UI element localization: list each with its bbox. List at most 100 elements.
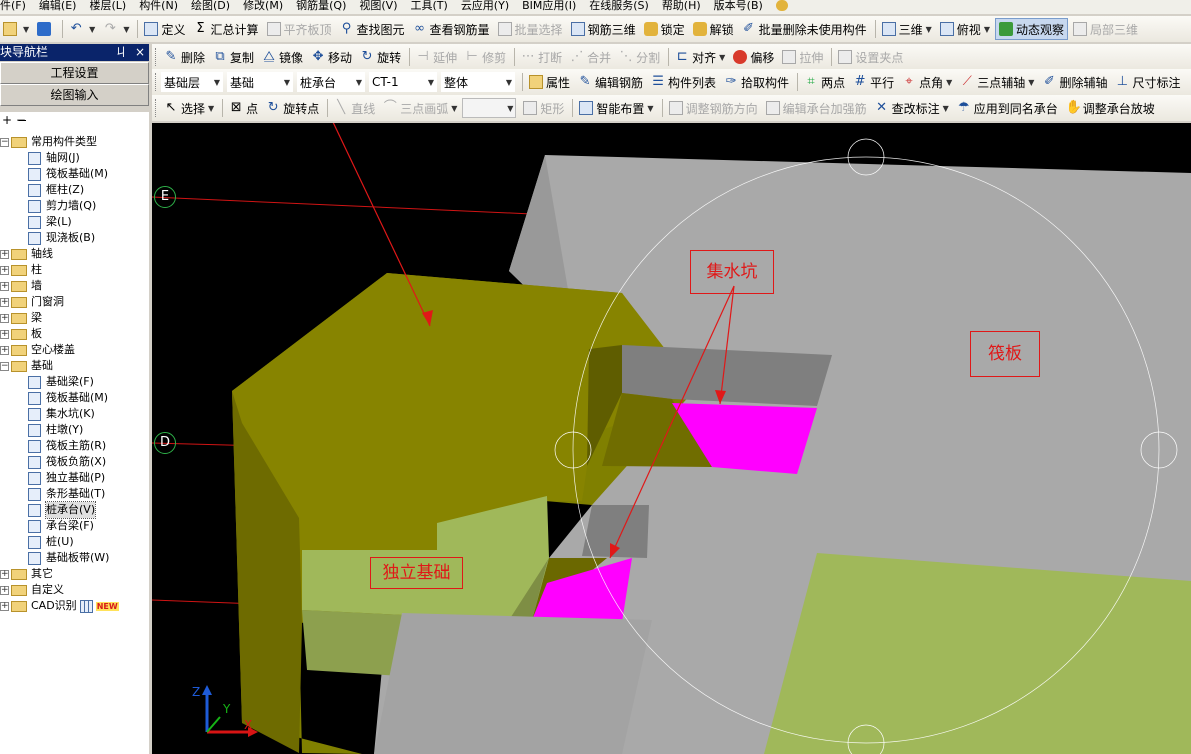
redo-button[interactable]: ↷ ▼ — [100, 18, 132, 40]
smart-layout-button[interactable]: 智能布置 ▼ — [576, 97, 656, 119]
apply-same-cap-button[interactable]: ☂ 应用到同名承台 — [954, 97, 1061, 119]
drawing-input-button[interactable]: 绘图输入 — [0, 84, 149, 106]
project-settings-button[interactable]: 工程设置 — [0, 62, 149, 84]
point-button[interactable]: ⊠ 点 — [226, 97, 261, 119]
tree-group-beam[interactable]: + 梁 — [0, 310, 42, 326]
expand-icon[interactable]: + — [0, 601, 9, 611]
tree-group-column[interactable]: + 柱 — [0, 262, 42, 278]
pick-element-button[interactable]: ✑ 拾取构件 — [721, 71, 792, 93]
element-type-select[interactable]: 桩承台 ▼ — [297, 72, 365, 92]
tree-item-axis-grid[interactable]: 轴网(J) — [28, 150, 80, 166]
trim-button[interactable]: ⊢ 修剪 — [462, 46, 509, 68]
point-angle-button[interactable]: ⌖ 点角 ▼ — [899, 71, 955, 93]
tree-item-beam-common[interactable]: 梁(L) — [28, 214, 72, 230]
tree-group-other[interactable]: + 其它 — [0, 566, 53, 582]
pin-icon[interactable]: ㄐ — [115, 44, 127, 61]
tree-group-hollow-floor[interactable]: + 空心楼盖 — [0, 342, 75, 358]
undo-button[interactable]: ↶ ▼ — [66, 18, 98, 40]
find-element-button[interactable]: ⚲ 查找图元 — [337, 18, 408, 40]
save-button[interactable] — [34, 18, 57, 40]
expand-icon[interactable]: + — [0, 569, 9, 579]
menu-floor[interactable]: 楼层(L) — [89, 0, 126, 12]
tree-group-cad-recognition[interactable]: + CAD识别 NEW — [0, 598, 119, 614]
tree-group-common[interactable]: − 常用构件类型 — [0, 134, 97, 150]
dynamic-observe-button[interactable]: 动态观察 — [994, 18, 1068, 40]
copy-button[interactable]: ⧉ 复制 — [210, 46, 257, 68]
tree-item-raft-foundation[interactable]: 筏板基础(M) — [28, 390, 108, 406]
rebar-3d-button[interactable]: 钢筋三维 — [568, 18, 639, 40]
tree-item-foundation-beam[interactable]: 基础梁(F) — [28, 374, 94, 390]
offset-button[interactable]: 偏移 — [730, 46, 777, 68]
expand-icon[interactable]: + — [0, 313, 9, 323]
three-point-aux-button[interactable]: ⟋ 三点辅轴 ▼ — [957, 71, 1037, 93]
parallel-button[interactable]: # 平行 — [850, 71, 897, 93]
flat-top-button[interactable]: 平齐板顶 — [264, 18, 335, 40]
menu-tools[interactable]: 工具(T) — [411, 0, 448, 12]
expand-icon[interactable]: + — [0, 329, 9, 339]
partial-3d-button[interactable]: 局部三维 — [1070, 18, 1141, 40]
delete-button[interactable]: ✎ 删除 — [161, 46, 208, 68]
tree-item-foundation-strip[interactable]: 基础板带(W) — [28, 550, 109, 566]
batch-select-button[interactable]: 批量选择 — [495, 18, 566, 40]
model-viewport[interactable]: Z Y X E D 集水坑 筏板 独立基础 — [152, 123, 1191, 754]
view-rebar-button[interactable]: ∞ 查看钢筋量 — [410, 18, 493, 40]
three-d-button[interactable]: 三维 ▼ — [879, 18, 935, 40]
expand-all-icon[interactable]: + — [2, 113, 12, 127]
tree-group-axis[interactable]: + 轴线 — [0, 246, 53, 262]
menu-rebar-qty[interactable]: 钢筋量(Q) — [296, 0, 346, 12]
unlock-button[interactable]: 解锁 — [690, 18, 737, 40]
select-button[interactable]: ↖ 选择 ▼ — [161, 97, 217, 119]
tree-item-frame-column[interactable]: 框柱(Z) — [28, 182, 84, 198]
element-name-select[interactable]: CT-1 ▼ — [369, 72, 437, 92]
menu-version[interactable]: 版本号(B) — [714, 0, 763, 12]
split-button[interactable]: ⋱ 分割 — [616, 46, 663, 68]
model-3d-view[interactable]: Z Y X — [152, 123, 1191, 754]
tree-item-isolated-footing[interactable]: 独立基础(P) — [28, 470, 105, 486]
menu-cloud[interactable]: 云应用(Y) — [461, 0, 509, 12]
menu-modify[interactable]: 修改(M) — [243, 0, 283, 12]
stretch-button[interactable]: 拉伸 — [779, 46, 826, 68]
break-button[interactable]: ⋯ 打断 — [518, 46, 565, 68]
collapse-all-icon[interactable]: −̶ — [16, 113, 26, 127]
tree-item-column-pier[interactable]: 柱墩(Y) — [28, 422, 83, 438]
menu-draw[interactable]: 绘图(D) — [191, 0, 230, 12]
help-badge-icon[interactable] — [775, 0, 788, 11]
extend-button[interactable]: ⊣ 延伸 — [413, 46, 460, 68]
tree-item-raft-negative-rebar[interactable]: 筏板负筋(X) — [28, 454, 106, 470]
menu-file[interactable]: 件(F) — [0, 0, 26, 12]
properties-button[interactable]: 属性 — [526, 71, 573, 93]
tree-item-sump[interactable]: 集水坑(K) — [28, 406, 95, 422]
floor-select[interactable]: 基础层 ▼ — [161, 72, 223, 92]
tree-group-foundation[interactable]: − 基础 — [0, 358, 53, 374]
adjust-slope-button[interactable]: ✋ 调整承台放坡 — [1063, 97, 1158, 119]
check-annotation-button[interactable]: ✕ 查改标注 ▼ — [872, 97, 952, 119]
move-button[interactable]: ✥ 移动 — [308, 46, 355, 68]
expand-icon[interactable]: + — [0, 297, 9, 307]
rotate-button[interactable]: ↻ 旋转 — [357, 46, 404, 68]
rectangle-button[interactable]: 矩形 — [520, 97, 567, 119]
expand-icon[interactable]: + — [0, 345, 9, 355]
menu-help[interactable]: 帮助(H) — [662, 0, 701, 12]
tree-item-raft-main-rebar[interactable]: 筏板主筋(R) — [28, 438, 106, 454]
tree-group-openings[interactable]: + 门窗洞 — [0, 294, 64, 310]
batch-delete-button[interactable]: ✐ 批量删除未使用构件 — [739, 18, 870, 40]
line-button[interactable]: ╲ 直线 — [331, 97, 378, 119]
tree-group-custom[interactable]: + 自定义 — [0, 582, 64, 598]
tree-item-raft-common[interactable]: 筏板基础(M) — [28, 166, 108, 182]
draw-option-select[interactable]: ▼ — [462, 98, 517, 118]
edit-cap-rebar-button[interactable]: 编辑承台加强筋 — [763, 97, 870, 119]
tree-item-shear-wall[interactable]: 剪力墙(Q) — [28, 198, 96, 214]
category-select[interactable]: 基础 ▼ — [227, 72, 293, 92]
two-points-button[interactable]: ⌗ 两点 — [801, 71, 848, 93]
delete-aux-button[interactable]: ✐ 删除辅轴 — [1039, 71, 1110, 93]
expand-icon[interactable]: + — [0, 249, 9, 259]
tree-item-pile[interactable]: 桩(U) — [28, 534, 74, 550]
rotate-point-button[interactable]: ↻ 旋转点 — [263, 97, 322, 119]
element-list-button[interactable]: ☰ 构件列表 — [648, 71, 719, 93]
adjust-rebar-dir-button[interactable]: 调整钢筋方向 — [666, 97, 761, 119]
menu-edit[interactable]: 编辑(E) — [39, 0, 77, 12]
sum-calc-button[interactable]: Σ 汇总计算 — [190, 18, 261, 40]
expand-icon[interactable]: + — [0, 281, 9, 291]
tree-item-strip-footing[interactable]: 条形基础(T) — [28, 486, 105, 502]
set-grip-button[interactable]: 设置夹点 — [835, 46, 906, 68]
